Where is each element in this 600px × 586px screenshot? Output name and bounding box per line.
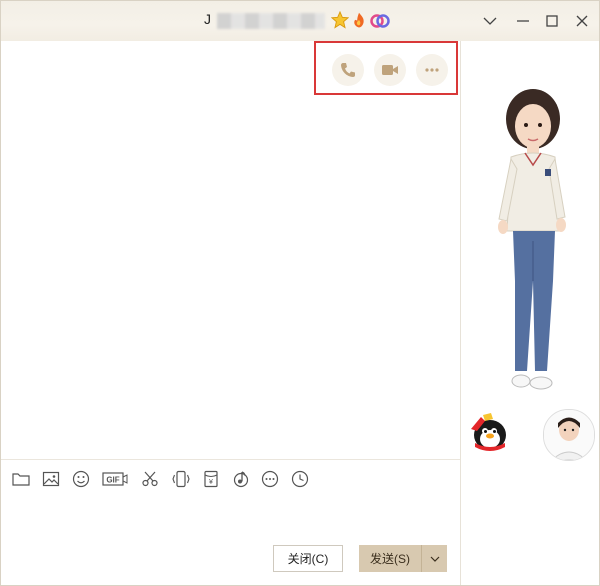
emoji-icon bbox=[72, 470, 90, 488]
title-masked-text bbox=[217, 13, 325, 29]
avatar-figure-image bbox=[498, 89, 566, 390]
gif-button[interactable]: GIF bbox=[102, 468, 128, 490]
star-badge-icon[interactable] bbox=[330, 10, 350, 29]
history-button[interactable] bbox=[289, 468, 311, 490]
chat-window: J GIF ¥ 关闭(C) 发送(S) bbox=[0, 0, 600, 586]
send-button[interactable]: 发送(S) bbox=[359, 545, 447, 572]
scissors-icon bbox=[142, 471, 158, 487]
window-title: J bbox=[204, 11, 211, 27]
close-window-icon[interactable] bbox=[572, 11, 592, 31]
send-button-label: 发送(S) bbox=[370, 552, 410, 566]
qq-penguin-avatar[interactable] bbox=[463, 407, 513, 457]
more-options-icon bbox=[261, 470, 279, 488]
shake-icon bbox=[172, 470, 190, 488]
emoji-button[interactable] bbox=[70, 468, 92, 490]
penguin-icon bbox=[471, 413, 506, 451]
screenshot-button[interactable] bbox=[139, 468, 161, 490]
close-button[interactable]: 关闭(C) bbox=[273, 545, 343, 572]
svg-text:¥: ¥ bbox=[209, 479, 213, 486]
history-clock-icon bbox=[291, 470, 309, 488]
highlight-annotation-box bbox=[314, 41, 458, 95]
folder-button[interactable] bbox=[10, 468, 32, 490]
flame-badge-icon[interactable] bbox=[350, 11, 368, 29]
more-options-button[interactable] bbox=[259, 468, 281, 490]
input-divider bbox=[1, 459, 460, 460]
message-area[interactable] bbox=[1, 41, 460, 459]
svg-text:GIF: GIF bbox=[106, 476, 119, 485]
image-icon bbox=[42, 471, 60, 487]
avatar-show-panel bbox=[461, 41, 599, 585]
music-icon bbox=[233, 471, 249, 488]
image-button[interactable] bbox=[40, 468, 62, 490]
music-button[interactable] bbox=[230, 468, 252, 490]
red-packet-icon: ¥ bbox=[204, 470, 218, 488]
red-packet-button[interactable]: ¥ bbox=[200, 468, 222, 490]
gif-icon: GIF bbox=[102, 472, 128, 486]
folder-icon bbox=[12, 473, 30, 486]
user-avatar-icon bbox=[544, 410, 594, 460]
dropdown-chevron-icon[interactable] bbox=[480, 11, 500, 31]
title-bar[interactable]: J bbox=[1, 1, 599, 41]
maximize-icon[interactable] bbox=[542, 11, 562, 31]
link-badge-icon[interactable] bbox=[369, 11, 391, 29]
shake-button[interactable] bbox=[170, 468, 192, 490]
minimize-icon[interactable] bbox=[513, 11, 533, 31]
send-options-chevron-icon[interactable] bbox=[422, 553, 447, 565]
contact-avatar[interactable] bbox=[543, 409, 595, 461]
